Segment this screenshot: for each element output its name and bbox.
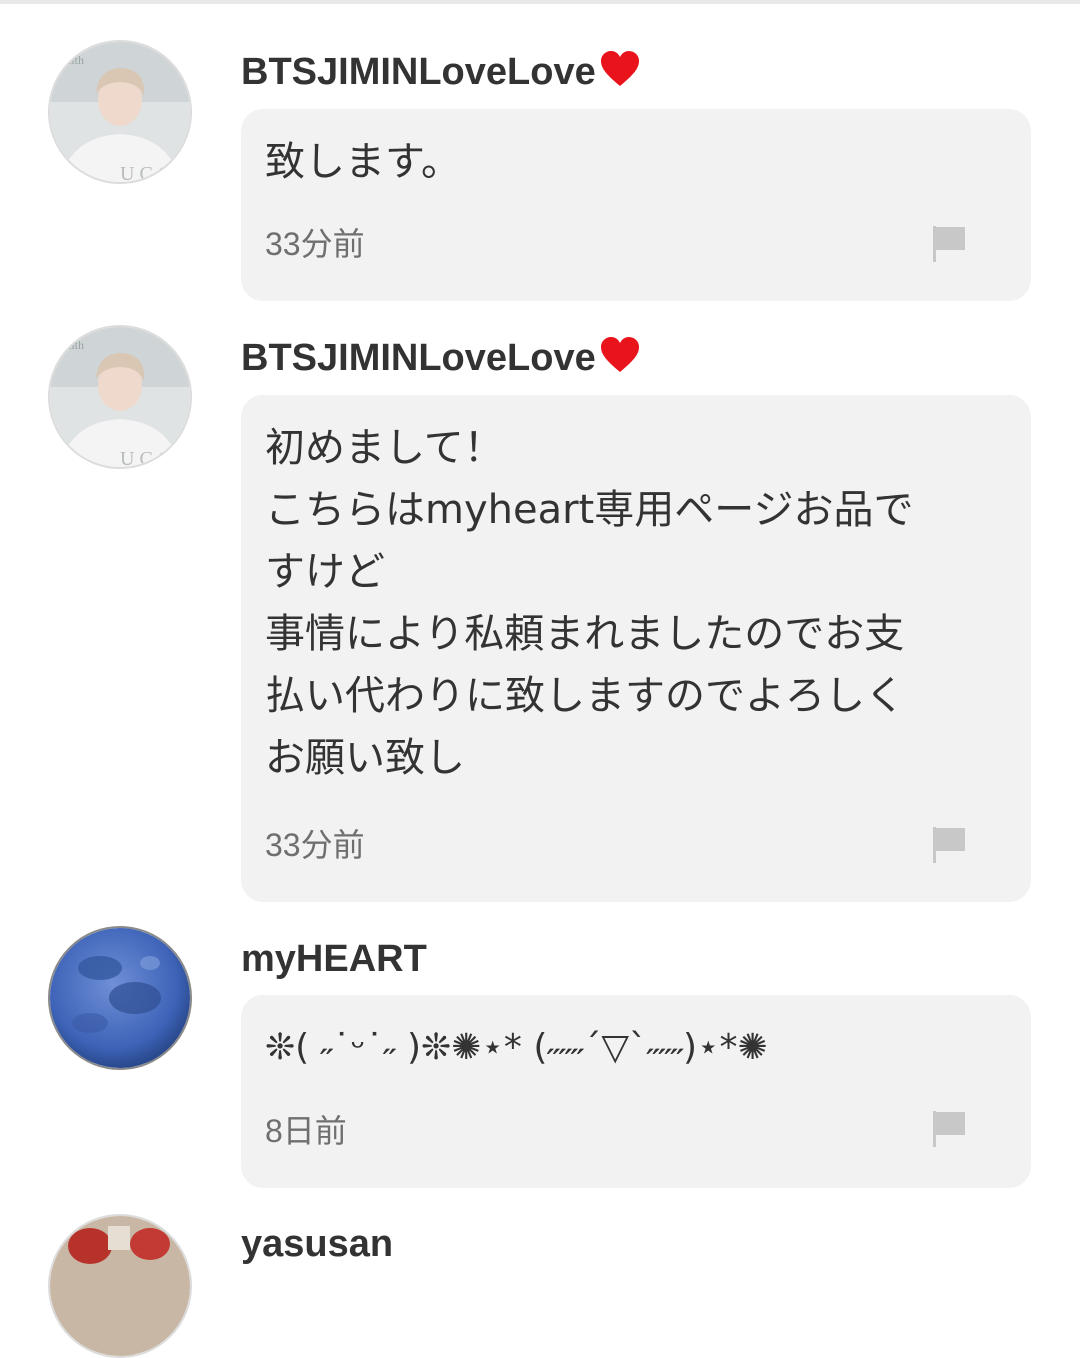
flag-icon[interactable] (931, 825, 967, 865)
svg-text:U C G: U C G (120, 163, 172, 182)
svg-text:alth: alth (66, 338, 84, 352)
comment-message: 初めまして！ こちらはmyheart専用ページお品で すけど 事情により私頼まれ… (265, 425, 914, 781)
comment-message: ❊( ˶˙ᵕ˙˶ )❊✺⋆* (˶˶˶´▽`˶˶˶)⋆*✺ (265, 1027, 768, 1068)
heart-icon (600, 336, 640, 384)
comment-username[interactable]: BTSJIMINLoveLove (241, 336, 640, 384)
username-text: BTSJIMINLoveLove (241, 337, 596, 379)
username-text: myHEART (241, 938, 427, 980)
avatar[interactable]: alth U C G (48, 325, 192, 469)
top-divider (0, 0, 1080, 4)
username-text: yasusan (241, 1223, 394, 1265)
comment-username[interactable]: BTSJIMINLoveLove (241, 50, 640, 98)
svg-text:alth: alth (66, 53, 84, 67)
svg-text:U C G: U C G (120, 448, 172, 467)
heart-icon (600, 50, 640, 98)
comment-bubble: ❊( ˶˙ᵕ˙˶ )❊✺⋆* (˶˶˶´▽`˶˶˶)⋆*✺ 8日前 (241, 995, 1031, 1188)
comment-message: 致します。 (265, 139, 461, 185)
comment-bubble: 初めまして！ こちらはmyheart専用ページお品で すけど 事情により私頼まれ… (241, 395, 1031, 902)
flag-icon[interactable] (931, 224, 967, 264)
comment-username[interactable]: myHEART (241, 937, 427, 981)
avatar[interactable] (48, 1214, 192, 1358)
comment-username[interactable]: yasusan (241, 1222, 393, 1266)
avatar[interactable]: alth U C G (48, 40, 192, 184)
comment-bubble: 致します。 33分前 (241, 109, 1031, 301)
comment-timestamp: 33分前 (265, 827, 365, 863)
comment-timestamp: 8日前 (265, 1113, 347, 1149)
comment-timestamp: 33分前 (265, 226, 365, 262)
username-text: BTSJIMINLoveLove (241, 51, 596, 93)
avatar[interactable] (48, 926, 192, 1070)
flag-icon[interactable] (931, 1109, 967, 1149)
